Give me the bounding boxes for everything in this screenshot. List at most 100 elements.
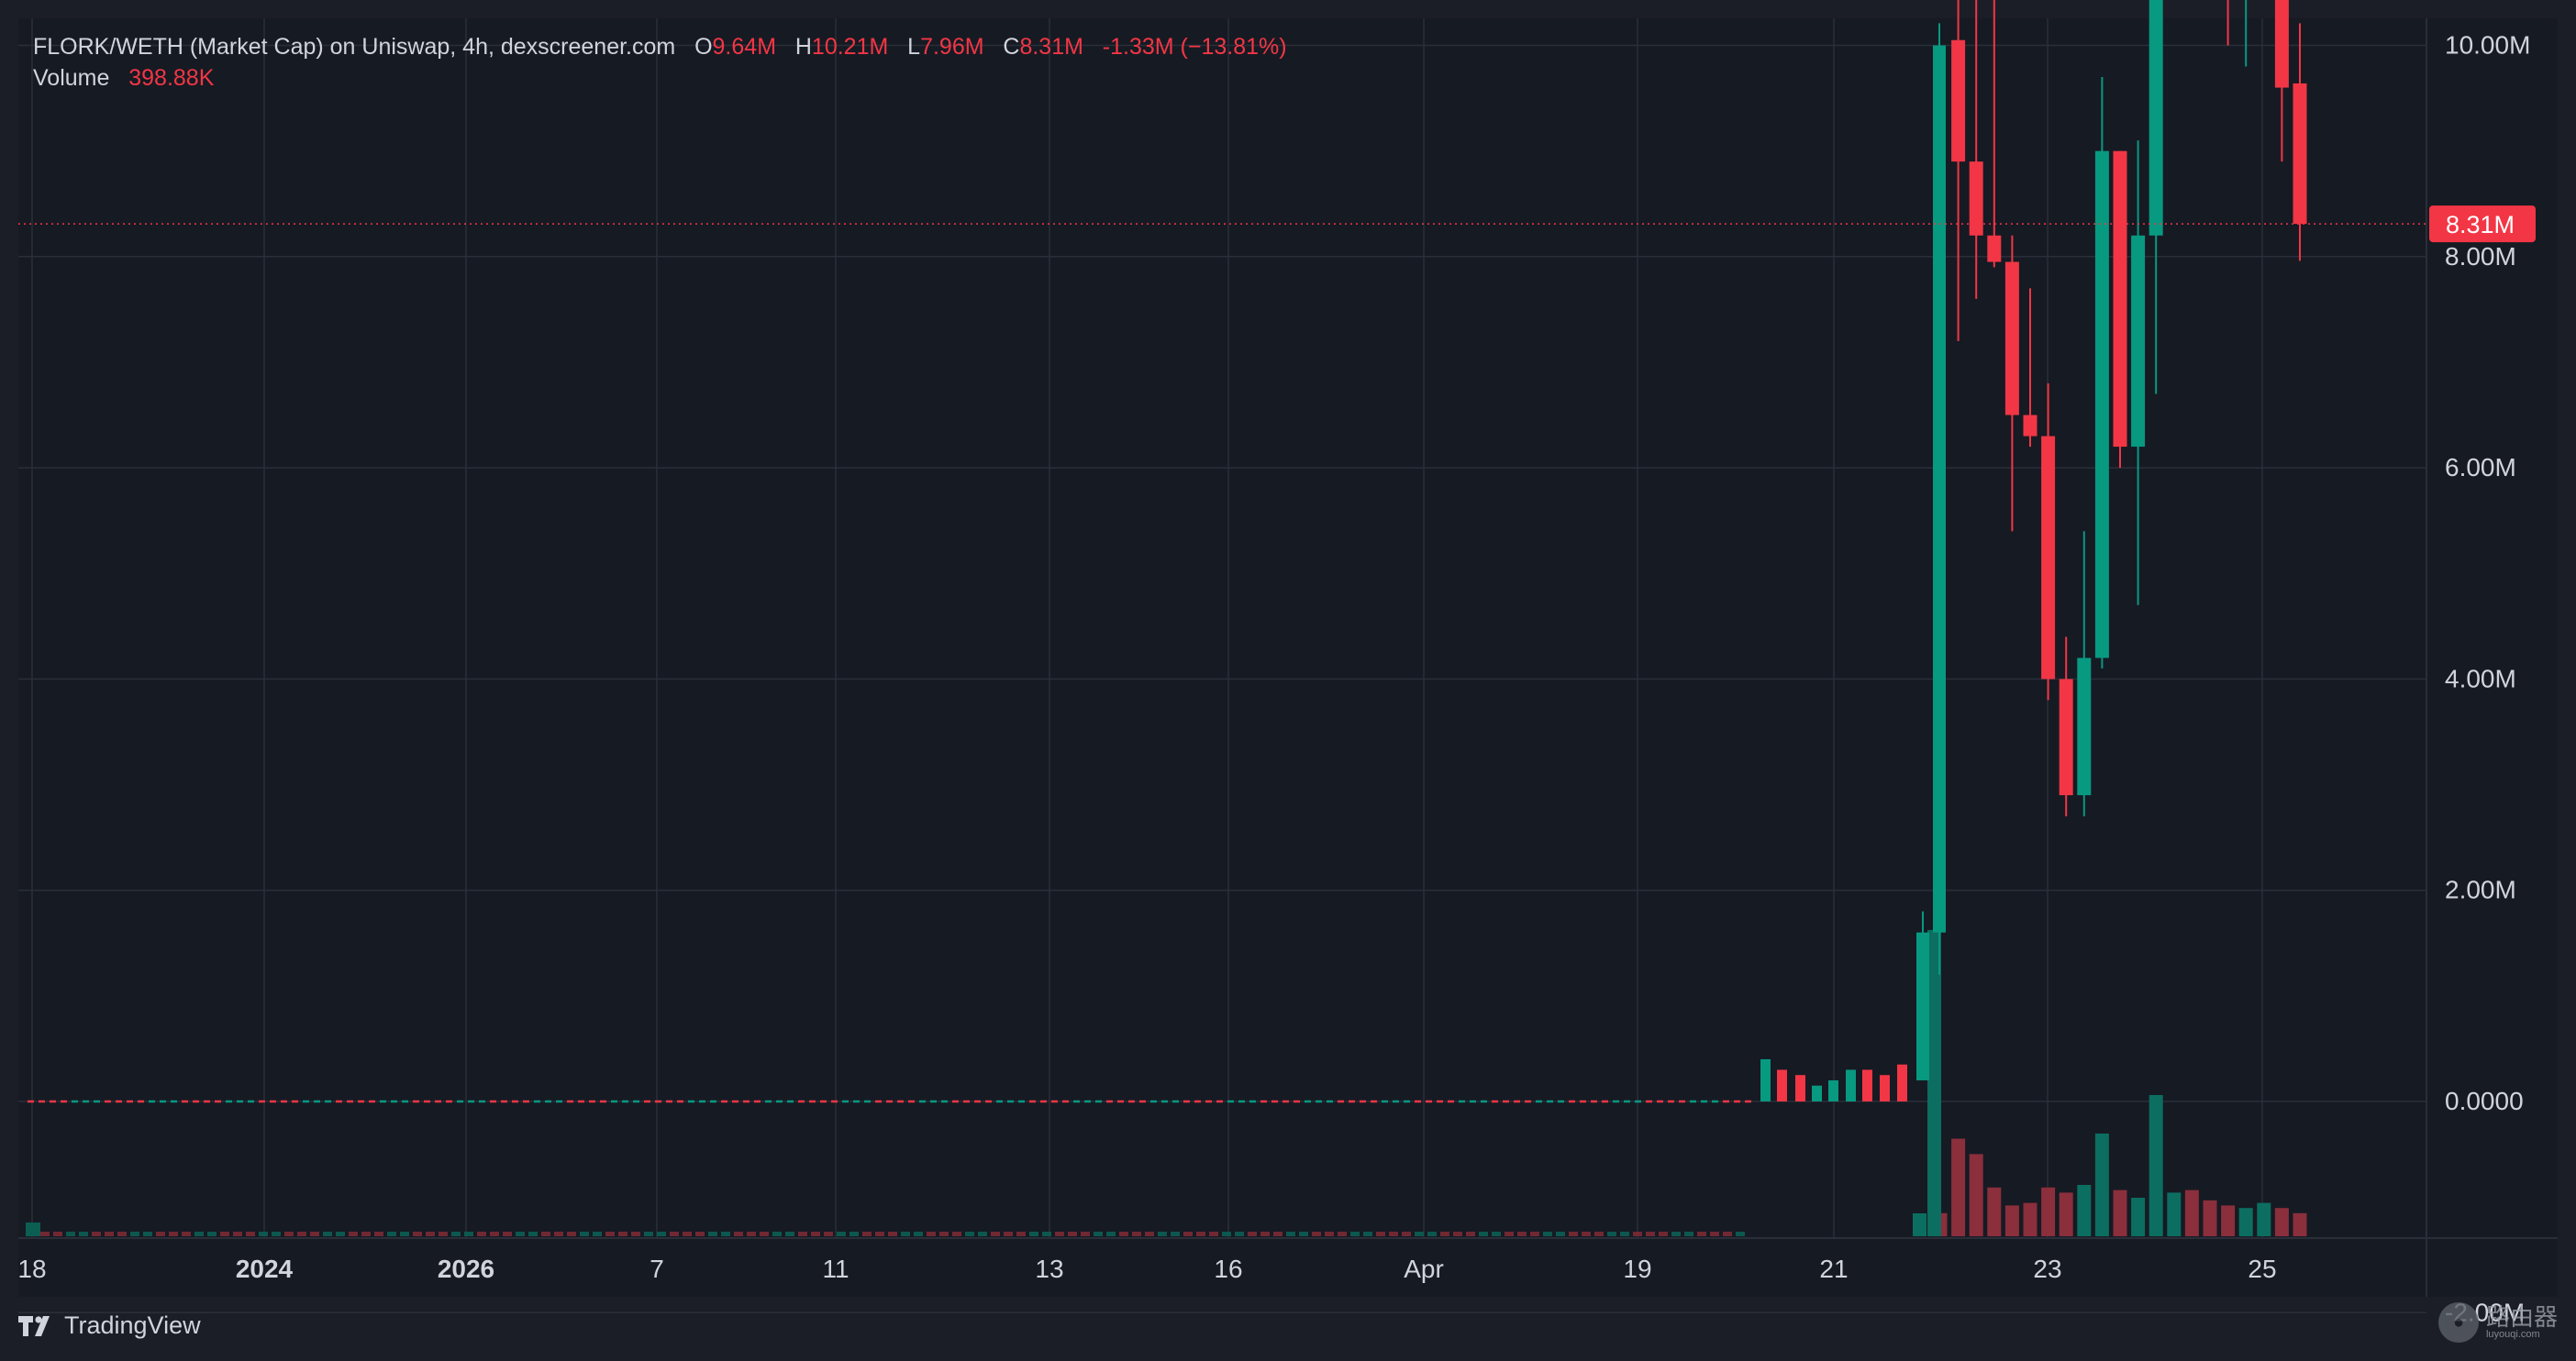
volume-bar-history xyxy=(1029,1232,1038,1236)
volume-label: Volume xyxy=(33,65,110,91)
volume-bar xyxy=(2131,1198,2146,1236)
volume-bar-history xyxy=(1248,1232,1257,1236)
volume-bar-history xyxy=(1145,1232,1154,1236)
volume-bar-history xyxy=(464,1232,473,1236)
volume-bar-history xyxy=(618,1232,627,1236)
volume-bar-history xyxy=(1697,1232,1706,1236)
volume-bar-history xyxy=(1016,1232,1026,1236)
volume-bar-history xyxy=(528,1232,538,1236)
chart-legend: FLORK/WETH (Market Cap) on Uniswap, 4h, … xyxy=(33,31,1287,94)
volume-bar-history xyxy=(349,1232,358,1236)
volume-bar-history xyxy=(734,1232,743,1236)
volume-bar-history xyxy=(1620,1232,1629,1236)
volume-bar-history xyxy=(246,1232,255,1236)
volume-bar-history xyxy=(1607,1232,1616,1236)
site-watermark: ● 路由器 luyouqi.com xyxy=(2437,1302,2558,1343)
volume-bar-history xyxy=(1671,1232,1681,1236)
y-tick-label: 4.00M xyxy=(2445,664,2516,692)
volume-bar-first xyxy=(26,1223,40,1236)
volume-bar-history xyxy=(1466,1232,1475,1236)
y-tick-label: 6.00M xyxy=(2445,453,2516,481)
volume-bar-history xyxy=(516,1232,525,1236)
volume-bar-history xyxy=(837,1232,846,1236)
volume-bar-history xyxy=(901,1232,910,1236)
volume-bar xyxy=(2004,1205,2019,1236)
volume-value: 398.88K xyxy=(128,65,215,91)
volume-bar-history xyxy=(695,1232,705,1236)
candle-body xyxy=(2149,0,2163,236)
volume-bar-history xyxy=(862,1232,872,1236)
volume-bar-history xyxy=(1492,1232,1501,1236)
volume-bar-history xyxy=(413,1232,422,1236)
candle-body xyxy=(1916,932,1929,1080)
volume-bar-history xyxy=(1094,1232,1103,1236)
volume-bar-history xyxy=(1646,1232,1655,1236)
volume-bar-history xyxy=(593,1232,602,1236)
volume-bar-history xyxy=(824,1232,833,1236)
candle-body xyxy=(1951,39,1966,162)
y-tick-label: 10.00M xyxy=(2445,31,2530,60)
volume-bar-history xyxy=(272,1232,281,1236)
volume-bar-history xyxy=(760,1232,769,1236)
volume-bar-history xyxy=(1723,1232,1732,1236)
small-candle xyxy=(1795,1075,1805,1101)
tradingview-logo[interactable]: TradingView xyxy=(18,1311,201,1340)
volume-bar-history xyxy=(361,1232,371,1236)
volume-bar-history xyxy=(1684,1232,1693,1236)
volume-bar-history xyxy=(1659,1232,1668,1236)
candle-body xyxy=(2274,0,2289,88)
volume-bar-history xyxy=(1171,1232,1180,1236)
volume-bar-history xyxy=(1710,1232,1719,1236)
volume-bar-history xyxy=(785,1232,794,1236)
volume-bar-history xyxy=(1273,1232,1282,1236)
x-tick-label: 18 xyxy=(17,1255,46,1283)
volume-bar-history xyxy=(284,1232,294,1236)
volume-bar-history xyxy=(400,1232,409,1236)
tradingview-icon xyxy=(18,1315,50,1336)
volume-bar-history xyxy=(169,1232,178,1236)
y-tick-label: 8.00M xyxy=(2445,242,2516,271)
tradingview-brand: TradingView xyxy=(64,1311,201,1339)
volume-bar-history xyxy=(323,1232,332,1236)
volume-bar-history xyxy=(1440,1232,1449,1236)
small-candle xyxy=(1777,1069,1787,1101)
candle-body xyxy=(1933,45,1946,933)
volume-bar-history xyxy=(259,1232,268,1236)
volume-bar-history xyxy=(297,1232,306,1236)
x-tick-label: 11 xyxy=(822,1255,849,1283)
volume-bar-history xyxy=(875,1232,884,1236)
volume-bar xyxy=(2149,1095,2163,1236)
volume-bar-history xyxy=(1235,1232,1244,1236)
volume-bar-history xyxy=(1081,1232,1090,1236)
volume-bar-history xyxy=(914,1232,923,1236)
volume-bar-history xyxy=(1068,1232,1077,1236)
volume-bar-history xyxy=(182,1232,191,1236)
y-tick-label: 0.0000 xyxy=(2445,1087,2524,1115)
watermark-main: 路由器 xyxy=(2485,1303,2558,1331)
close-value: 8.31M xyxy=(1019,34,1083,60)
chart-area[interactable]: 20.00M18.00M16.00M14.00M12.00M10.00M8.00… xyxy=(0,0,2576,1361)
low-label: L xyxy=(907,34,921,60)
volume-bar-history xyxy=(888,1232,897,1236)
volume-bar-history xyxy=(79,1232,88,1236)
volume-bar-history xyxy=(541,1232,550,1236)
volume-bar-history xyxy=(1209,1232,1218,1236)
y-tick-label: 2.00M xyxy=(2445,876,2516,904)
volume-bar-history xyxy=(747,1232,756,1236)
volume-bar xyxy=(2077,1185,2092,1236)
volume-bar-history xyxy=(1338,1232,1347,1236)
volume-bar-history xyxy=(772,1232,782,1236)
candle-body xyxy=(2023,415,2037,437)
volume-bar-history xyxy=(939,1232,949,1236)
volume-bar-history xyxy=(426,1232,435,1236)
volume-bar-history xyxy=(683,1232,692,1236)
volume-bar-history xyxy=(220,1232,229,1236)
x-tick-label: 19 xyxy=(1623,1255,1651,1283)
volume-bar xyxy=(2221,1205,2236,1236)
volume-bar-history xyxy=(1633,1232,1642,1236)
change-value: -1.33M (−13.81%) xyxy=(1102,34,1287,60)
volume-bar-history xyxy=(336,1232,345,1236)
ohlc-row: FLORK/WETH (Market Cap) on Uniswap, 4h, … xyxy=(33,31,1287,62)
volume-bar xyxy=(2238,1208,2253,1236)
candle-body xyxy=(2094,150,2109,658)
